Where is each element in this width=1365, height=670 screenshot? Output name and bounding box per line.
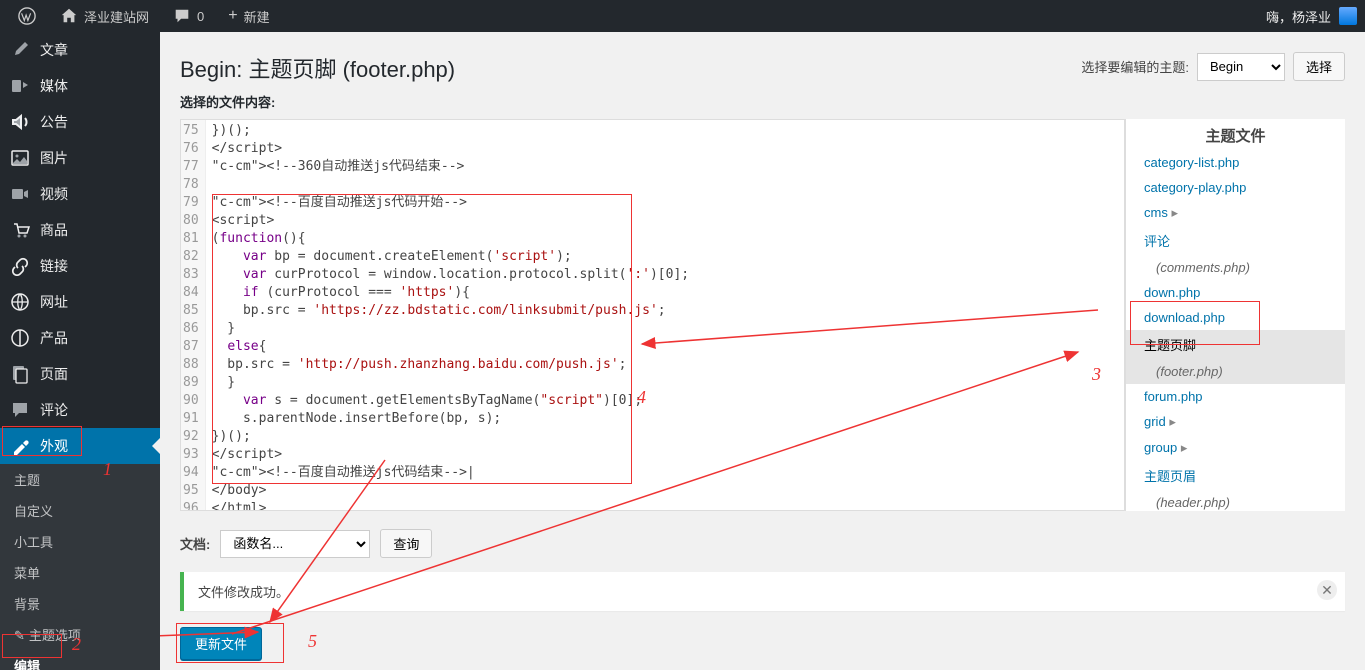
- theme-file-subitem[interactable]: (header.php): [1126, 490, 1345, 511]
- menu-video[interactable]: 视频: [0, 176, 160, 212]
- theme-file-item[interactable]: cms ▸: [1126, 200, 1345, 226]
- comments-count: 0: [197, 9, 204, 24]
- menu-products[interactable]: 商品: [0, 212, 160, 248]
- file-content-label: 选择的文件内容:: [180, 92, 1345, 111]
- menu-urls[interactable]: 网址: [0, 284, 160, 320]
- plus-icon: +: [228, 7, 237, 25]
- theme-file-item[interactable]: 主题页脚: [1126, 330, 1345, 359]
- theme-file-item[interactable]: forum.php: [1126, 384, 1345, 409]
- theme-file-item[interactable]: 主题页眉: [1126, 461, 1345, 490]
- admin-sidebar: 文章 媒体 公告 图片 视频 商品 链接 网址 产品 页面 评论 外观 主题 自…: [0, 32, 160, 670]
- submenu-menus[interactable]: 菜单: [0, 557, 160, 588]
- theme-file-item[interactable]: 评论: [1126, 226, 1345, 255]
- doc-label: 文档:: [180, 534, 210, 553]
- code-lines[interactable]: })();</script>"c-cm"><!--360自动推送js代码结束--…: [206, 120, 1124, 510]
- menu-product2[interactable]: 产品: [0, 320, 160, 356]
- theme-file-item[interactable]: down.php: [1126, 280, 1345, 305]
- menu-media[interactable]: 媒体: [0, 68, 160, 104]
- comments-link[interactable]: 0: [163, 0, 214, 32]
- menu-links[interactable]: 链接: [0, 248, 160, 284]
- admin-topbar: 泽业建站网 0 + 新建 嗨，杨泽业: [0, 0, 1365, 32]
- submenu-themes[interactable]: 主题: [0, 464, 160, 495]
- menu-comments[interactable]: 评论: [0, 392, 160, 428]
- new-label: 新建: [244, 7, 270, 26]
- select-theme-label: 选择要编辑的主题:: [1081, 57, 1189, 76]
- theme-files-panel: 主题文件 category-list.phpcategory-play.phpc…: [1125, 119, 1345, 511]
- submenu-customize[interactable]: 自定义: [0, 495, 160, 526]
- select-theme-button[interactable]: 选择: [1293, 52, 1345, 81]
- theme-file-subitem[interactable]: (comments.php): [1126, 255, 1345, 280]
- notice-text: 文件修改成功。: [198, 585, 289, 600]
- avatar[interactable]: [1339, 7, 1357, 25]
- theme-file-item[interactable]: group ▸: [1126, 435, 1345, 461]
- appearance-submenu: 主题 自定义 小工具 菜单 背景 ✎主题选项 编辑: [0, 464, 160, 670]
- annotation-num-5: 5: [308, 631, 317, 652]
- update-row: 更新文件 5: [180, 627, 1345, 660]
- submenu-widgets[interactable]: 小工具: [0, 526, 160, 557]
- theme-select[interactable]: Begin: [1197, 53, 1285, 81]
- success-notice: 文件修改成功。 ✕: [180, 572, 1345, 611]
- code-editor[interactable]: 7576777879808182838485868788899091929394…: [180, 119, 1125, 511]
- submenu-theme-options[interactable]: ✎主题选项: [0, 619, 160, 650]
- theme-files-title: 主题文件: [1126, 119, 1345, 150]
- theme-file-item[interactable]: grid ▸: [1126, 409, 1345, 435]
- wp-logo[interactable]: [8, 0, 46, 32]
- menu-announce[interactable]: 公告: [0, 104, 160, 140]
- theme-file-item[interactable]: category-play.php: [1126, 175, 1345, 200]
- site-name-link[interactable]: 泽业建站网: [50, 0, 159, 32]
- theme-files-scroll[interactable]: 主题文件 category-list.phpcategory-play.phpc…: [1126, 119, 1345, 511]
- menu-images[interactable]: 图片: [0, 140, 160, 176]
- greeting[interactable]: 嗨，杨泽业: [1266, 7, 1331, 26]
- new-content-link[interactable]: + 新建: [218, 0, 279, 32]
- theme-selector-row: 选择要编辑的主题: Begin 选择: [1081, 52, 1345, 81]
- theme-file-subitem[interactable]: (footer.php): [1126, 359, 1345, 384]
- lookup-button[interactable]: 查询: [380, 529, 432, 558]
- line-gutter: 7576777879808182838485868788899091929394…: [181, 120, 206, 510]
- documentation-row: 文档: 函数名... 查询: [180, 529, 1345, 558]
- submenu-editor[interactable]: 编辑: [0, 650, 160, 670]
- site-name: 泽业建站网: [84, 7, 149, 26]
- main-content: Begin: 主题页脚 (footer.php) 选择要编辑的主题: Begin…: [160, 32, 1365, 670]
- dismiss-notice-button[interactable]: ✕: [1317, 580, 1337, 600]
- menu-posts[interactable]: 文章: [0, 32, 160, 68]
- submenu-background[interactable]: 背景: [0, 588, 160, 619]
- theme-file-item[interactable]: category-list.php: [1126, 150, 1345, 175]
- update-file-button[interactable]: 更新文件: [180, 627, 262, 660]
- menu-appearance[interactable]: 外观: [0, 428, 160, 464]
- function-select[interactable]: 函数名...: [220, 530, 370, 558]
- menu-pages[interactable]: 页面: [0, 356, 160, 392]
- theme-file-item[interactable]: download.php: [1126, 305, 1345, 330]
